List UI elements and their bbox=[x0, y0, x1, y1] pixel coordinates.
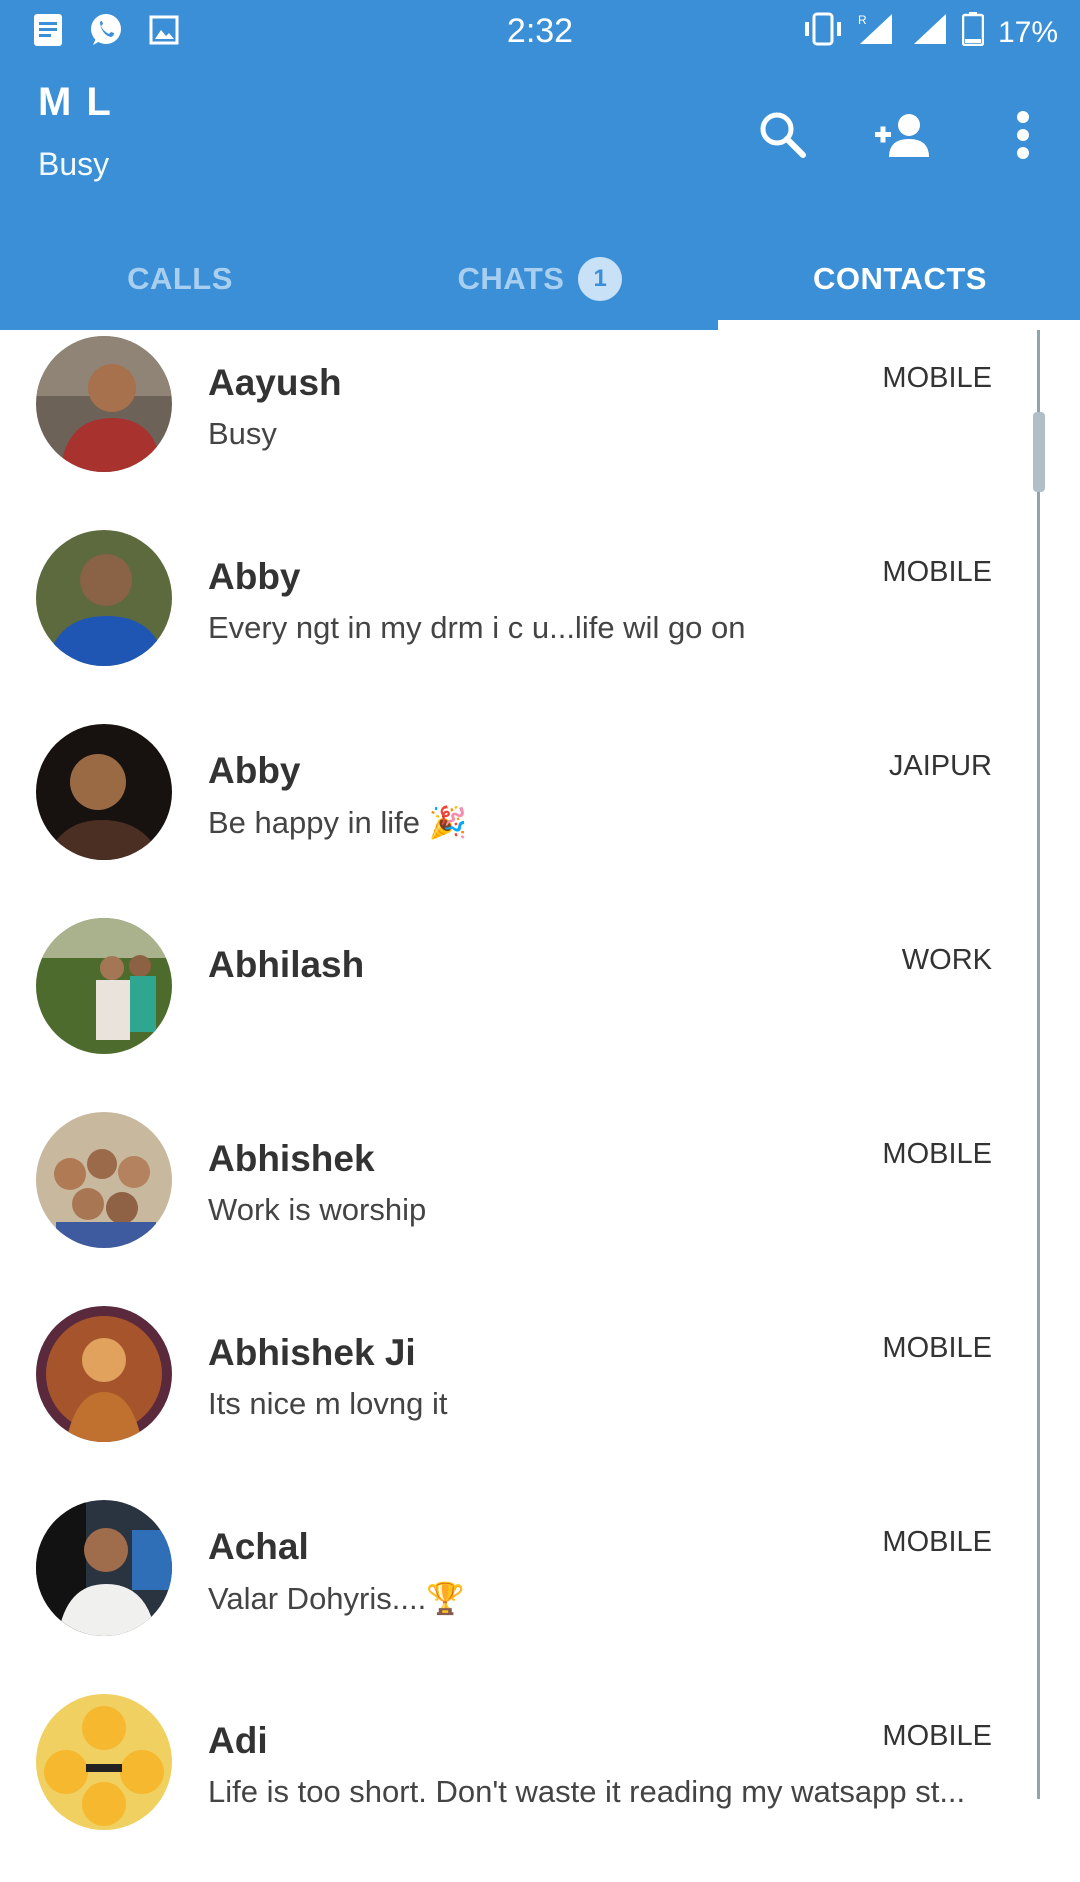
vibrate-icon bbox=[802, 12, 844, 54]
toolbar bbox=[746, 98, 1060, 172]
scrollbar[interactable] bbox=[1037, 330, 1040, 1799]
contact-name: Abby bbox=[208, 750, 301, 791]
list-item[interactable]: Abhishek Ji Its nice m lovng it MOBILE bbox=[0, 1300, 1040, 1494]
contact-status: Work is worship bbox=[208, 1192, 427, 1227]
contact-name: Abhishek bbox=[208, 1138, 375, 1179]
contact-phone-type: MOBILE bbox=[882, 1526, 992, 1558]
list-item[interactable]: Aayush Busy MOBILE bbox=[0, 330, 1040, 524]
more-vert-icon[interactable] bbox=[986, 98, 1060, 172]
add-contact-icon[interactable] bbox=[866, 98, 940, 172]
list-item[interactable]: Abhilash WORK bbox=[0, 912, 1040, 1106]
contact-phone-type: MOBILE bbox=[882, 1138, 992, 1170]
signal-icon bbox=[912, 12, 948, 54]
contact-status: Life is too short. Don't waste it readin… bbox=[208, 1774, 966, 1809]
list-item[interactable]: Abhishek Work is worship MOBILE bbox=[0, 1106, 1040, 1300]
contact-name: Aayush bbox=[208, 362, 342, 403]
avatar[interactable] bbox=[36, 918, 172, 1054]
contact-status: Every ngt in my drm i c u...life wil go … bbox=[208, 610, 746, 645]
list-item[interactable]: Achal Valar Dohyris....🏆 MOBILE bbox=[0, 1494, 1040, 1688]
contact-status: Busy bbox=[208, 416, 277, 451]
list-item[interactable]: Adi Life is too short. Don't waste it re… bbox=[0, 1688, 1040, 1882]
tab-calls-label: CALLS bbox=[127, 261, 233, 296]
contact-phone-type: JAIPUR bbox=[888, 750, 992, 782]
contact-list: Aayush Busy MOBILE Abby Every ngt in my … bbox=[0, 330, 1040, 1882]
contact-name: Abhishek Ji bbox=[208, 1332, 416, 1373]
tab-contacts[interactable]: CONTACTS bbox=[720, 228, 1080, 330]
avatar[interactable] bbox=[36, 336, 172, 472]
tab-chats-label: CHATS bbox=[457, 261, 565, 296]
signal-icon: R bbox=[858, 12, 898, 54]
tab-contacts-label: CONTACTS bbox=[813, 261, 987, 296]
app-header: 2:32 R 17% M L Busy CALLS CHATS 1 CONTAC… bbox=[0, 0, 1080, 330]
contact-name: Abhilash bbox=[208, 944, 365, 985]
list-item[interactable]: Abby Every ngt in my drm i c u...life wi… bbox=[0, 524, 1040, 718]
avatar[interactable] bbox=[36, 1306, 172, 1442]
contact-phone-type: MOBILE bbox=[882, 1332, 992, 1364]
active-tab-indicator bbox=[718, 320, 1080, 330]
avatar[interactable] bbox=[36, 724, 172, 860]
avatar[interactable] bbox=[36, 1694, 172, 1830]
profile-name: M L bbox=[38, 80, 113, 124]
contact-phone-type: MOBILE bbox=[882, 556, 992, 588]
avatar[interactable] bbox=[36, 1500, 172, 1636]
avatar[interactable] bbox=[36, 1112, 172, 1248]
unread-badge: 1 bbox=[578, 257, 623, 301]
tab-chats[interactable]: CHATS 1 bbox=[360, 228, 720, 330]
contact-phone-type: WORK bbox=[901, 944, 992, 976]
list-item[interactable]: Abby Be happy in life 🎉 JAIPUR bbox=[0, 718, 1040, 912]
battery-icon bbox=[961, 12, 985, 54]
svg-text:R: R bbox=[858, 13, 867, 27]
tab-bar: CALLS CHATS 1 CONTACTS bbox=[0, 228, 1080, 330]
search-icon[interactable] bbox=[746, 98, 820, 172]
contact-status: Its nice m lovng it bbox=[208, 1386, 448, 1421]
profile-header[interactable]: M L Busy bbox=[38, 80, 113, 183]
status-bar: 2:32 R 17% bbox=[0, 0, 1080, 62]
battery-level: 17% bbox=[997, 16, 1058, 49]
contact-phone-type: MOBILE bbox=[882, 1720, 992, 1752]
avatar[interactable] bbox=[36, 530, 172, 666]
tab-calls[interactable]: CALLS bbox=[0, 228, 360, 330]
contact-name: Abby bbox=[208, 556, 301, 597]
contact-phone-type: MOBILE bbox=[882, 362, 992, 394]
profile-status: Busy bbox=[38, 146, 110, 182]
scrollbar-thumb[interactable] bbox=[1033, 412, 1045, 492]
contact-name: Adi bbox=[208, 1720, 268, 1761]
contact-status: Be happy in life 🎉 bbox=[208, 805, 468, 840]
contact-name: Achal bbox=[208, 1526, 309, 1567]
contact-status: Valar Dohyris....🏆 bbox=[208, 1581, 465, 1616]
